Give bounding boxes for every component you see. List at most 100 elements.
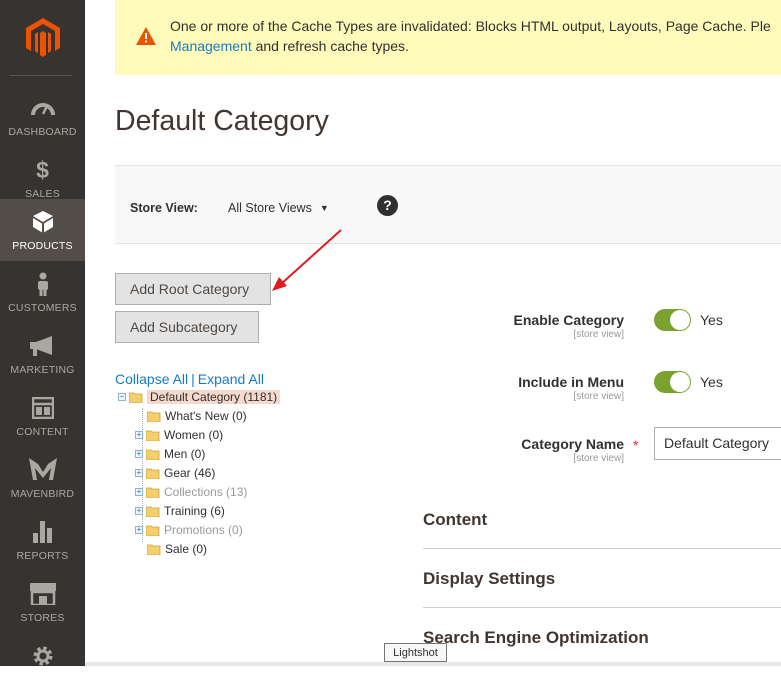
nav-products[interactable]: PRODUCTS — [0, 199, 85, 261]
scope-label: [store view] — [573, 329, 624, 340]
layout-icon — [0, 395, 85, 421]
nav-label: PRODUCTS — [12, 240, 73, 252]
scope-label: [store view] — [573, 453, 624, 464]
megaphone-icon — [0, 333, 85, 359]
tree-node-training[interactable]: + Training (6) — [135, 502, 225, 520]
page-title: Default Category — [115, 105, 329, 137]
folder-icon — [146, 506, 160, 517]
tree-node-label: Training (6) — [164, 504, 225, 518]
nav-customers[interactable]: CUSTOMERS — [0, 261, 85, 323]
store-view-value: All Store Views — [228, 201, 312, 215]
folder-icon — [146, 525, 160, 536]
nav-label: CONTENT — [16, 426, 69, 438]
admin-sidebar: DASHBOARD $ SALES PRODUCTS CUSTOMERS MAR… — [0, 0, 85, 666]
magento-logo-icon — [25, 17, 60, 57]
toggle-value: Yes — [700, 374, 723, 390]
tree-node-sale[interactable]: Sale (0) — [147, 540, 207, 558]
expand-all-link[interactable]: Expand All — [198, 371, 264, 387]
expand-toggle-icon[interactable]: + — [135, 488, 143, 496]
folder-icon — [146, 430, 160, 441]
store-view-switcher[interactable]: All Store Views ▼ — [228, 201, 329, 215]
lightshot-tooltip: Lightshot — [384, 643, 447, 662]
collapse-all-link[interactable]: Collapse All — [115, 371, 188, 387]
section-divider — [423, 607, 781, 608]
tree-node-label: Default Category (1181) — [147, 390, 281, 404]
add-subcategory-button[interactable]: Add Subcategory — [115, 311, 259, 343]
mavenbird-icon — [0, 457, 85, 483]
expand-toggle-icon[interactable]: + — [135, 507, 143, 515]
tree-node-gear[interactable]: + Gear (46) — [135, 464, 215, 482]
store-icon — [0, 581, 85, 607]
enable-category-label: Enable Category — [513, 312, 624, 328]
store-view-bar: Store View: All Store Views ▼ ? — [115, 165, 781, 244]
folder-icon — [146, 468, 160, 479]
include-in-menu-toggle[interactable] — [654, 371, 691, 393]
nav-label: CUSTOMERS — [8, 302, 77, 314]
section-divider — [423, 548, 781, 549]
tree-node-collections[interactable]: + Collections (13) — [135, 483, 247, 501]
folder-icon — [146, 487, 160, 498]
person-icon — [0, 271, 85, 297]
nav-stores[interactable]: STORES — [0, 571, 85, 633]
dashboard-icon — [0, 95, 85, 121]
cache-management-link[interactable]: Management — [170, 38, 252, 54]
gear-icon — [0, 643, 85, 669]
nav-reports[interactable]: REPORTS — [0, 509, 85, 571]
tree-node-label: Promotions (0) — [164, 523, 243, 537]
caret-down-icon: ▼ — [319, 203, 329, 213]
expand-toggle-icon[interactable]: + — [135, 469, 143, 477]
tree-node-label: Collections (13) — [164, 485, 248, 499]
enable-category-toggle[interactable] — [654, 309, 691, 331]
nav-label: STORES — [20, 612, 65, 624]
folder-open-icon — [129, 392, 143, 403]
tree-node-label: What's New (0) — [165, 409, 247, 423]
nav-label: DASHBOARD — [8, 126, 77, 138]
bottom-scroll-strip — [85, 662, 781, 666]
dollar-icon: $ — [36, 156, 49, 183]
notice-text-line2: Management and refresh cache types. — [170, 38, 409, 54]
tree-node-default-category[interactable]: − Default Category (1181) — [118, 388, 281, 406]
store-view-label: Store View: — [130, 201, 198, 215]
expand-toggle-icon[interactable]: + — [135, 450, 143, 458]
tree-node-whats-new[interactable]: What's New (0) — [147, 407, 247, 425]
include-in-menu-label: Include in Menu — [518, 374, 624, 390]
category-name-input[interactable]: Default Category — [654, 427, 781, 460]
box-icon — [0, 209, 85, 235]
tree-node-men[interactable]: + Men (0) — [135, 445, 205, 463]
toggle-value: Yes — [700, 312, 723, 328]
scope-label: [store view] — [573, 391, 624, 402]
seo-section-header[interactable]: Search Engine Optimization — [423, 628, 781, 648]
nav-label: REPORTS — [16, 550, 69, 562]
link-separator: | — [191, 371, 195, 387]
nav-dashboard[interactable]: DASHBOARD — [0, 85, 85, 147]
magento-logo[interactable] — [0, 0, 85, 75]
tree-node-label: Men (0) — [164, 447, 206, 461]
category-name-label: Category Name — [521, 436, 624, 452]
logo-divider — [10, 75, 72, 76]
tree-node-label: Women (0) — [164, 428, 224, 442]
folder-icon — [146, 449, 160, 460]
bar-chart-icon — [0, 519, 85, 545]
tree-node-promotions[interactable]: + Promotions (0) — [135, 521, 243, 539]
collapse-toggle-icon[interactable]: − — [118, 393, 126, 401]
content-section-header[interactable]: Content — [423, 510, 781, 530]
nav-system[interactable] — [0, 633, 85, 695]
nav-label: MAVENBIRD — [10, 488, 75, 500]
nav-marketing[interactable]: MARKETING — [0, 323, 85, 385]
add-root-category-button[interactable]: Add Root Category — [115, 273, 271, 305]
display-settings-section-header[interactable]: Display Settings — [423, 569, 781, 589]
toggle-knob — [670, 310, 690, 330]
expand-toggle-icon[interactable]: + — [135, 431, 143, 439]
notice-text: One or more of the Cache Types are inval… — [170, 18, 771, 34]
toggle-knob — [670, 372, 690, 392]
tree-node-women[interactable]: + Women (0) — [135, 426, 223, 444]
nav-content[interactable]: CONTENT — [0, 385, 85, 447]
nav-mavenbird[interactable]: MAVENBIRD — [0, 447, 85, 509]
expand-toggle-icon[interactable]: + — [135, 526, 143, 534]
tree-node-label: Gear (46) — [164, 466, 216, 480]
tree-links: Collapse All | Expand All — [115, 371, 264, 387]
folder-icon — [147, 544, 161, 555]
required-asterisk: * — [633, 437, 639, 453]
notice-text-rest: and refresh cache types. — [251, 38, 409, 54]
help-icon[interactable]: ? — [377, 195, 398, 216]
